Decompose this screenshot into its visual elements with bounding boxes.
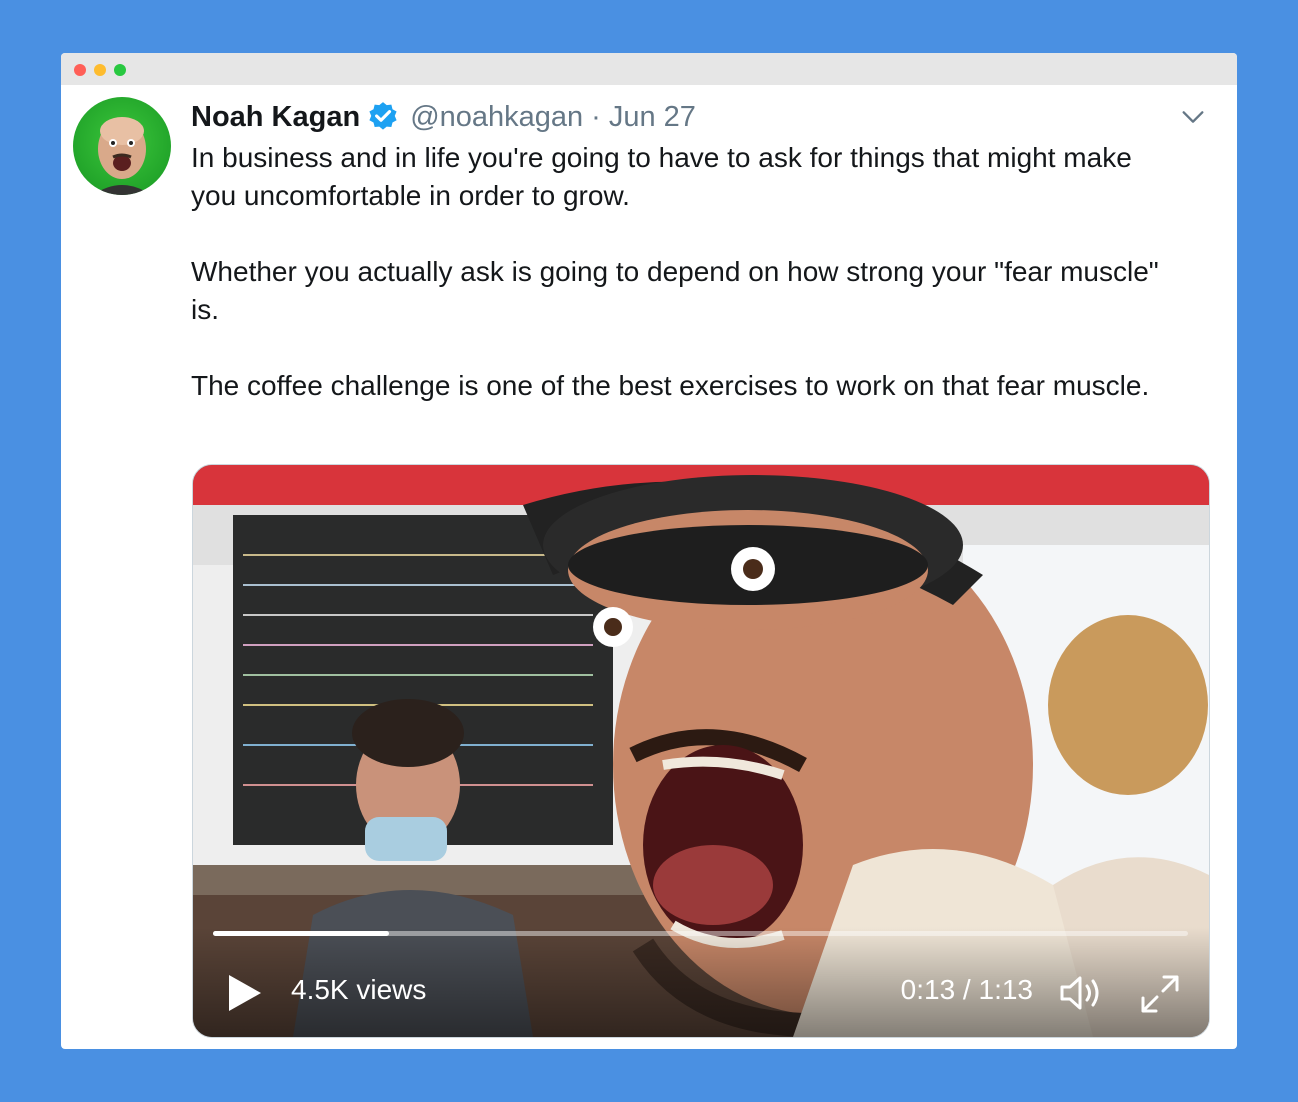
author-avatar[interactable] <box>73 97 171 195</box>
video-timestamp: 0:13 / 1:13 <box>900 974 1033 1005</box>
author-handle[interactable]: @noahkagan <box>410 101 583 134</box>
header-separator: · <box>591 100 601 133</box>
tweet-header: Noah Kagan @noahkagan · Jun 27 <box>191 97 696 137</box>
video-view-count: 4.5K views <box>291 974 427 1005</box>
play-icon[interactable] <box>227 973 263 1013</box>
window-titlebar <box>61 53 1237 85</box>
expand-icon[interactable] <box>1139 973 1181 1015</box>
tweet-date[interactable]: Jun 27 <box>609 101 696 134</box>
video-progress-bar[interactable] <box>213 931 1188 936</box>
browser-window: Noah Kagan @noahkagan · Jun 27 In busine… <box>61 53 1237 1049</box>
maximize-window-button[interactable] <box>114 64 126 76</box>
verified-badge-icon <box>369 102 397 130</box>
tweet-paragraph: In business and in life you're going to … <box>191 142 1132 211</box>
author-name[interactable]: Noah Kagan <box>191 101 360 134</box>
tweet-paragraph: Whether you actually ask is going to dep… <box>191 256 1159 325</box>
close-window-button[interactable] <box>74 64 86 76</box>
chevron-down-icon[interactable] <box>1179 103 1207 131</box>
avatar-face <box>93 117 151 195</box>
video-progress-fill <box>213 931 389 936</box>
tweet-text: In business and in life you're going to … <box>191 139 1181 405</box>
video-player[interactable]: 4.5K views 0:13 / 1:13 <box>192 464 1210 1038</box>
minimize-window-button[interactable] <box>94 64 106 76</box>
tweet-paragraph: The coffee challenge is one of the best … <box>191 370 1150 401</box>
volume-icon[interactable] <box>1059 973 1105 1013</box>
